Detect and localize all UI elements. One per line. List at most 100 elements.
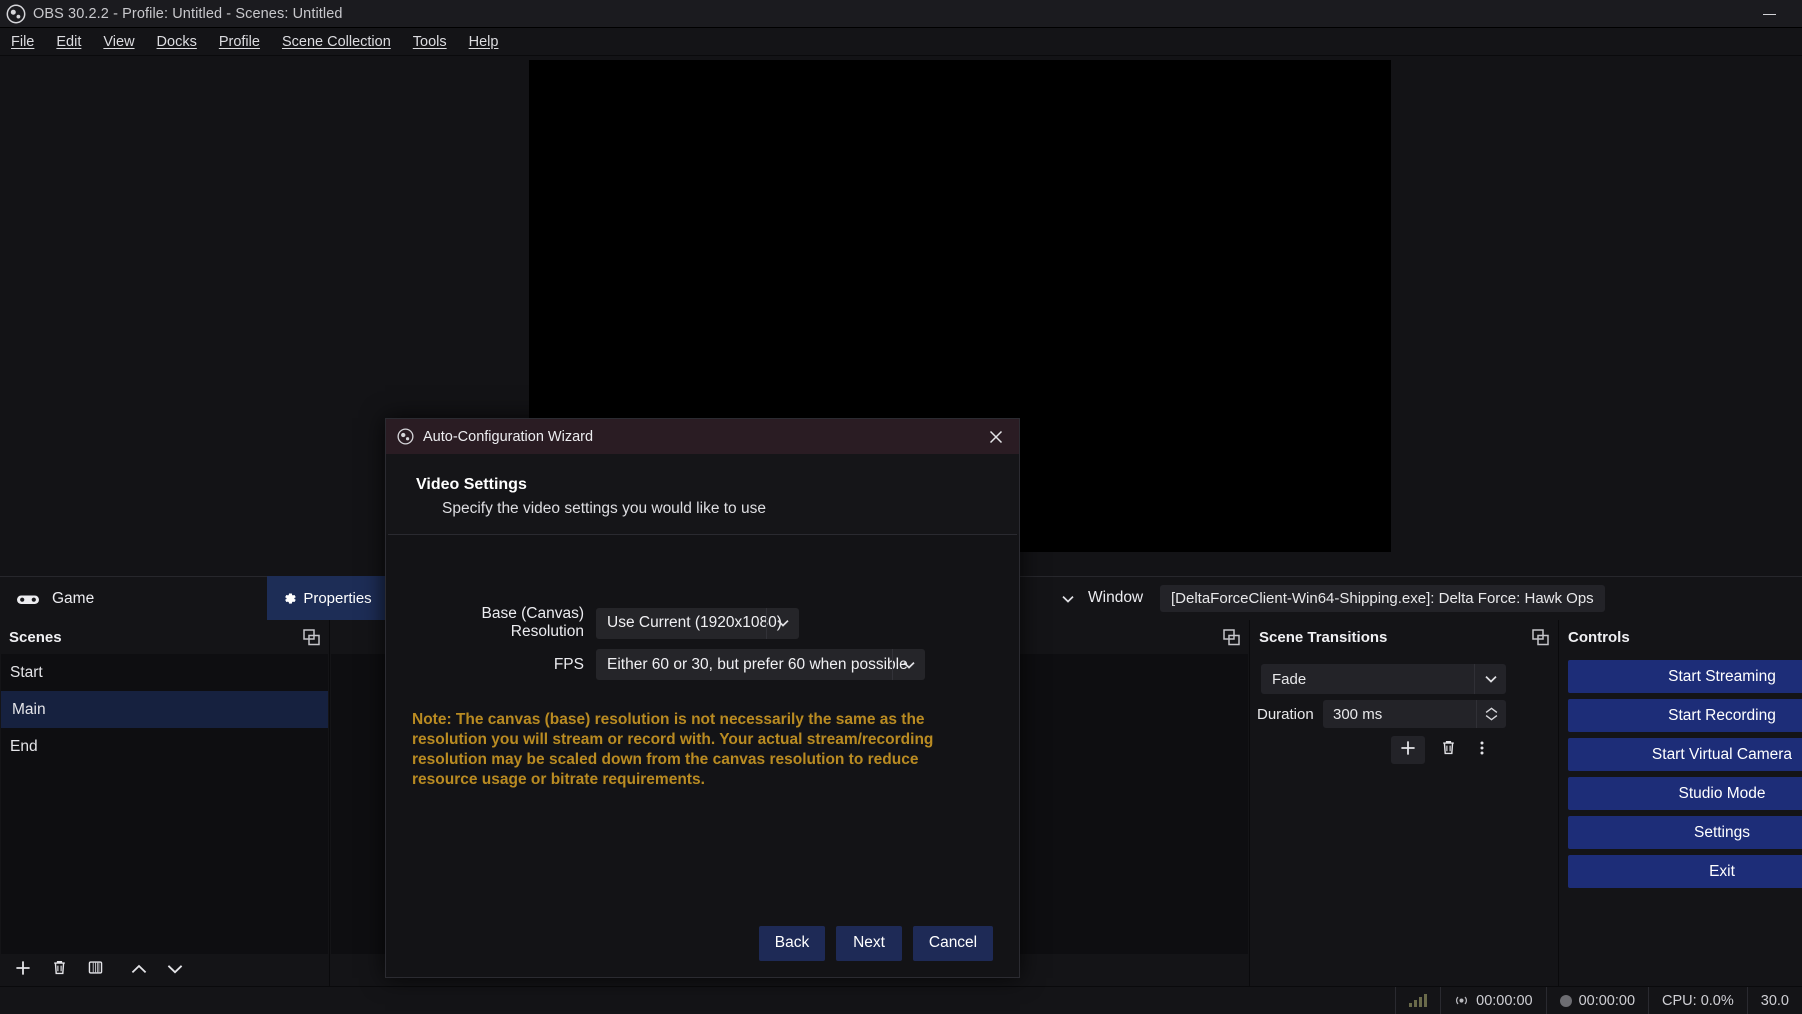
base-canvas-resolution-select[interactable]: Use Current (1920x1080)	[596, 607, 799, 639]
control-button-label: Settings	[1693, 823, 1750, 841]
obs-logo-icon	[397, 428, 414, 445]
active-source-label: Game	[52, 589, 95, 607]
stream-time-value: 00:00:00	[1476, 992, 1533, 1009]
chevron-down-icon[interactable]	[766, 607, 799, 639]
chevron-down-icon	[167, 961, 183, 979]
obs-logo-icon	[6, 4, 26, 24]
minimize-icon[interactable]	[1752, 0, 1786, 28]
signal-bars-icon	[1409, 994, 1428, 1007]
status-fps: 30.0	[1746, 986, 1802, 1014]
scenes-dock-toolbar	[0, 954, 329, 986]
menu-edit[interactable]: Edit	[45, 31, 92, 53]
status-stream-time: 00:00:00	[1440, 986, 1545, 1014]
dialog-title-bar: Auto-Configuration Wizard	[386, 419, 1019, 454]
menu-profile[interactable]: Profile	[208, 31, 271, 53]
settings-button[interactable]: Settings	[1568, 816, 1802, 849]
menu-tools[interactable]: Tools	[402, 31, 458, 53]
transition-properties-button[interactable]	[1471, 736, 1493, 764]
float-dock-icon[interactable]	[1223, 629, 1240, 646]
trash-icon	[51, 959, 68, 981]
add-transition-button[interactable]	[1391, 736, 1425, 764]
menu-view[interactable]: View	[92, 31, 145, 53]
transition-select-value: Fade	[1272, 670, 1307, 688]
back-button[interactable]: Back	[759, 925, 825, 961]
start-virtual-camera-button[interactable]: Start Virtual Camera	[1568, 738, 1802, 771]
start-recording-button[interactable]: Start Recording	[1568, 699, 1802, 732]
float-dock-icon[interactable]	[303, 629, 320, 646]
kebab-menu-icon	[1479, 739, 1485, 762]
transition-actions	[1391, 736, 1493, 764]
menu-help[interactable]: Help	[458, 31, 510, 53]
filter-icon	[87, 959, 104, 981]
dialog-heading: Video Settings	[416, 476, 527, 493]
chevron-up-icon	[131, 961, 147, 979]
controls-body: Start Streaming Start Recording Start Vi…	[1560, 654, 1802, 986]
menu-file[interactable]: File	[0, 31, 45, 53]
chevron-down-icon[interactable]	[1474, 664, 1506, 694]
studio-mode-button[interactable]: Studio Mode	[1568, 777, 1802, 810]
menu-profile-label: Profile	[218, 33, 260, 50]
remove-scene-button[interactable]	[42, 956, 76, 984]
scenes-dock-title-label: Scenes	[9, 628, 62, 646]
source-select-chevron-down-icon[interactable]	[1055, 586, 1081, 612]
add-scene-button[interactable]	[6, 956, 40, 984]
scene-item-start[interactable]: Start	[1, 654, 328, 691]
transition-duration-input[interactable]: 300 ms	[1323, 700, 1506, 728]
broadcast-icon	[1454, 993, 1469, 1008]
menu-file-label: File	[11, 33, 35, 50]
controls-dock-title: Controls	[1559, 620, 1802, 654]
scene-item-end[interactable]: End	[1, 728, 328, 765]
cancel-button-label: Cancel	[928, 934, 978, 951]
control-button-label: Start Recording	[1668, 706, 1776, 724]
float-dock-icon[interactable]	[1532, 629, 1549, 646]
fps-select[interactable]: Either 60 or 30, but prefer 60 when poss…	[596, 649, 925, 680]
remove-transition-button[interactable]	[1431, 736, 1465, 764]
status-bar: 00:00:00 00:00:00 CPU: 0.0% 30.0	[0, 986, 1802, 1014]
next-button-label: Next	[853, 934, 885, 951]
scene-item-main[interactable]: Main	[1, 691, 328, 728]
properties-button[interactable]: Properties	[267, 576, 387, 620]
chevron-up-icon	[1485, 707, 1498, 714]
transition-select[interactable]: Fade	[1261, 664, 1506, 694]
menu-docks-label: Docks	[156, 33, 197, 50]
dialog-footer: Back Next Cancel	[386, 909, 1019, 977]
next-button[interactable]: Next	[836, 925, 902, 961]
move-scene-up-button[interactable]	[122, 956, 156, 984]
auto-configuration-wizard-dialog: Auto-Configuration Wizard Video Settings…	[385, 418, 1020, 978]
menu-scene-collection[interactable]: Scene Collection	[271, 31, 402, 53]
transition-duration-stepper[interactable]	[1476, 700, 1506, 728]
menu-help-label: Help	[468, 33, 499, 50]
scene-transitions-dock-title: Scene Transitions	[1250, 620, 1558, 654]
control-button-label: Start Streaming	[1668, 667, 1776, 685]
start-streaming-button[interactable]: Start Streaming	[1568, 660, 1802, 693]
gear-icon	[282, 591, 297, 606]
window-select-label: Window	[1088, 589, 1144, 606]
scene-transitions-dock: Scene Transitions Fade Duration 300 ms	[1250, 620, 1559, 986]
menu-edit-label: Edit	[56, 33, 82, 50]
window-title: OBS 30.2.2 - Profile: Untitled - Scenes:…	[33, 5, 343, 22]
exit-button[interactable]: Exit	[1568, 855, 1802, 888]
active-source[interactable]: Game	[0, 577, 94, 621]
scenes-list[interactable]: Start Main End	[1, 654, 328, 954]
scene-item-label: Start	[10, 663, 43, 681]
back-button-label: Back	[774, 934, 810, 951]
transition-duration-value: 300 ms	[1333, 705, 1383, 723]
controls-dock: Controls Start Streaming Start Recording…	[1559, 620, 1802, 986]
move-scene-down-button[interactable]	[158, 956, 192, 984]
close-icon[interactable]	[973, 419, 1019, 454]
chevron-down-icon[interactable]	[892, 649, 925, 680]
dialog-title: Auto-Configuration Wizard	[423, 428, 594, 445]
record-time-value: 00:00:00	[1578, 992, 1636, 1009]
fps-row: FPS Either 60 or 30, but prefer 60 when …	[412, 649, 987, 680]
title-bar: OBS 30.2.2 - Profile: Untitled - Scenes:…	[0, 0, 1802, 28]
cancel-button[interactable]: Cancel	[913, 925, 993, 961]
base-canvas-resolution-label: Base (Canvas) Resolution	[481, 605, 584, 640]
dialog-subheading: Specify the video settings you would lik…	[442, 500, 766, 517]
plus-icon	[1399, 739, 1417, 762]
fps-label: FPS	[553, 655, 584, 673]
canvas-resolution-note: Note: The canvas (base) resolution is no…	[412, 711, 934, 789]
scene-filters-button[interactable]	[78, 956, 112, 984]
scene-item-label: End	[10, 737, 38, 755]
window-select-value[interactable]: [DeltaForceClient-Win64-Shipping.exe]: D…	[1160, 585, 1605, 612]
menu-docks[interactable]: Docks	[146, 31, 208, 53]
